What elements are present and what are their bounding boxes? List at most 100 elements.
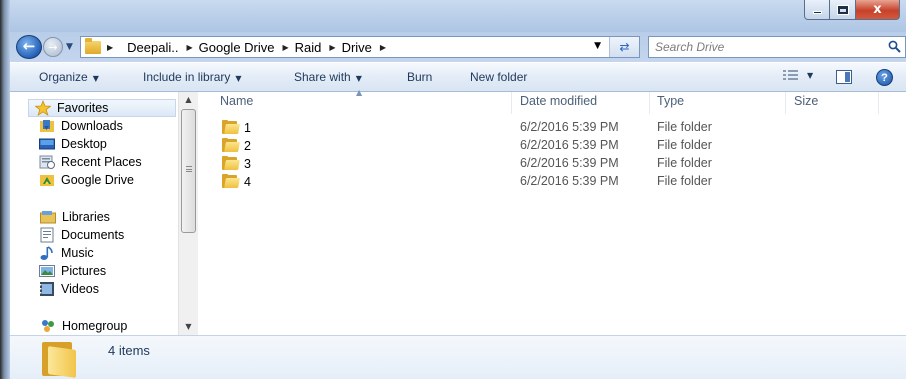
column-header-date-modified[interactable]: Date modified (520, 94, 597, 108)
breadcrumb-item[interactable]: ▶ Google Drive (186, 40, 274, 55)
navigation-bar: ← → ▼ ▶ Deepali.. ▶ Google Drive ▶ Raid ▶ D… (10, 32, 906, 62)
minimize-button[interactable] (804, 0, 830, 20)
maximize-button[interactable] (830, 0, 856, 20)
column-header-type[interactable]: Type (657, 94, 684, 108)
column-divider[interactable] (649, 92, 650, 114)
folder-icon (85, 37, 101, 54)
command-bar: Organize ▼ Include in library ▼ Share with… (10, 62, 906, 92)
nav-homegroup[interactable]: Homegroup (40, 318, 127, 334)
pictures-icon (39, 265, 55, 277)
view-list-icon (783, 70, 798, 80)
breadcrumb-end-arrow[interactable]: ▶ (380, 43, 392, 52)
folder-icon (222, 174, 240, 188)
search-box[interactable] (648, 36, 906, 58)
table-row[interactable]: 4 6/2/2016 5:39 PM File folder (198, 173, 906, 191)
refresh-button[interactable]: ⇄ (609, 37, 639, 57)
close-icon: x (873, 2, 882, 17)
chevron-down-icon: ▼ (235, 74, 242, 83)
chevron-down-icon: ▼ (66, 42, 73, 52)
chevron-down-icon: ▼ (92, 74, 99, 83)
column-header-name[interactable]: Name (220, 94, 253, 108)
date-modified-cell: 6/2/2016 5:39 PM (520, 156, 619, 170)
chevron-down-icon: ▼ (355, 74, 362, 83)
homegroup-icon (42, 320, 54, 332)
scroll-down-arrow-icon[interactable]: ▼ (179, 319, 198, 335)
back-button[interactable]: ← (16, 35, 42, 59)
star-icon (35, 100, 51, 116)
chevron-down-icon[interactable]: ▼ (807, 71, 813, 80)
navigation-pane: Favorites Downloads Desktop Recent Place… (10, 92, 198, 335)
documents-icon (40, 227, 54, 243)
nav-item-pictures[interactable]: Pictures (39, 263, 106, 279)
column-divider[interactable] (785, 92, 786, 114)
folder-icon (222, 138, 240, 152)
music-note-icon (40, 246, 53, 260)
close-button[interactable]: x (856, 0, 900, 20)
nav-scrollbar[interactable]: ▲ ▼ (178, 92, 198, 335)
grip-icon (186, 166, 192, 172)
sort-ascending-icon: ▲ (356, 88, 363, 97)
type-cell: File folder (657, 156, 712, 170)
chevron-right-icon: ▶ (186, 42, 193, 52)
table-row[interactable]: 3 6/2/2016 5:39 PM File folder (198, 155, 906, 173)
desktop-icon (39, 138, 55, 150)
nav-item-google-drive[interactable]: Google Drive (39, 172, 134, 188)
type-cell: File folder (657, 138, 712, 152)
column-header-size[interactable]: Size (794, 94, 818, 108)
search-icon[interactable] (888, 40, 901, 53)
nav-item-downloads[interactable]: Downloads (39, 118, 123, 134)
type-cell: File folder (657, 174, 712, 188)
address-dropdown-icon[interactable]: ▼ (594, 41, 601, 51)
folder-icon (222, 120, 240, 134)
chevron-right-icon: ▶ (379, 42, 387, 52)
title-bar[interactable] (0, 0, 906, 32)
folder-icon (222, 156, 240, 170)
nav-favorites[interactable]: Favorites (28, 99, 176, 117)
chevron-right-icon: ▶ (107, 42, 114, 52)
nav-item-recent-places[interactable]: Recent Places (39, 154, 142, 170)
refresh-icon: ⇄ (619, 40, 630, 54)
nav-item-music[interactable]: Music (39, 245, 94, 261)
change-view-button[interactable]: ▼ (783, 69, 813, 81)
search-input[interactable] (655, 40, 875, 54)
scrollbar-thumb[interactable] (181, 109, 196, 233)
burn-button[interactable]: Burn (407, 70, 432, 84)
window-frame (0, 0, 10, 379)
nav-item-videos[interactable]: Videos (39, 281, 99, 297)
share-with-menu[interactable]: Share with ▼ (294, 70, 362, 84)
breadcrumb-item[interactable]: ▶ Drive (329, 40, 372, 55)
scroll-up-arrow-icon[interactable]: ▲ (179, 92, 198, 108)
nav-item-documents[interactable]: Documents (39, 227, 124, 243)
videos-icon (40, 282, 54, 296)
date-modified-cell: 6/2/2016 5:39 PM (520, 174, 619, 188)
organize-menu[interactable]: Organize ▼ (39, 70, 99, 84)
recent-pages-button[interactable]: ▼ (66, 42, 73, 52)
table-row[interactable]: 1 6/2/2016 5:39 PM File folder (198, 119, 906, 137)
address-bar[interactable]: ▶ Deepali.. ▶ Google Drive ▶ Raid ▶ Drive ▶… (80, 36, 640, 58)
table-row[interactable]: 2 6/2/2016 5:39 PM File folder (198, 137, 906, 155)
chevron-right-icon: ▶ (329, 42, 336, 52)
nav-item-desktop[interactable]: Desktop (39, 136, 107, 152)
file-name-cell: 1 (222, 120, 251, 135)
new-folder-button[interactable]: New folder (470, 70, 527, 84)
breadcrumb-item[interactable]: Deepali.. (127, 40, 178, 55)
libraries-icon (40, 211, 56, 224)
forward-button[interactable]: → (43, 37, 63, 57)
breadcrumb-root-arrow[interactable]: ▶ (107, 43, 119, 52)
column-divider[interactable] (511, 92, 512, 114)
nav-libraries[interactable]: Libraries (40, 209, 110, 225)
help-icon[interactable]: ? (876, 69, 893, 86)
caption-buttons: x (804, 0, 900, 20)
include-in-library-menu[interactable]: Include in library ▼ (143, 70, 242, 84)
item-count: 4 items (108, 343, 150, 358)
details-pane: 4 items (10, 335, 906, 379)
preview-pane-icon[interactable] (836, 70, 852, 84)
date-modified-cell: 6/2/2016 5:39 PM (520, 120, 619, 134)
date-modified-cell: 6/2/2016 5:39 PM (520, 138, 619, 152)
file-name-cell: 3 (222, 156, 251, 171)
breadcrumb-item[interactable]: ▶ Raid (283, 40, 322, 55)
file-name-cell: 4 (222, 174, 251, 189)
column-divider[interactable] (878, 92, 879, 114)
back-arrow-icon: ← (22, 37, 36, 55)
chevron-right-icon: ▶ (282, 42, 289, 52)
